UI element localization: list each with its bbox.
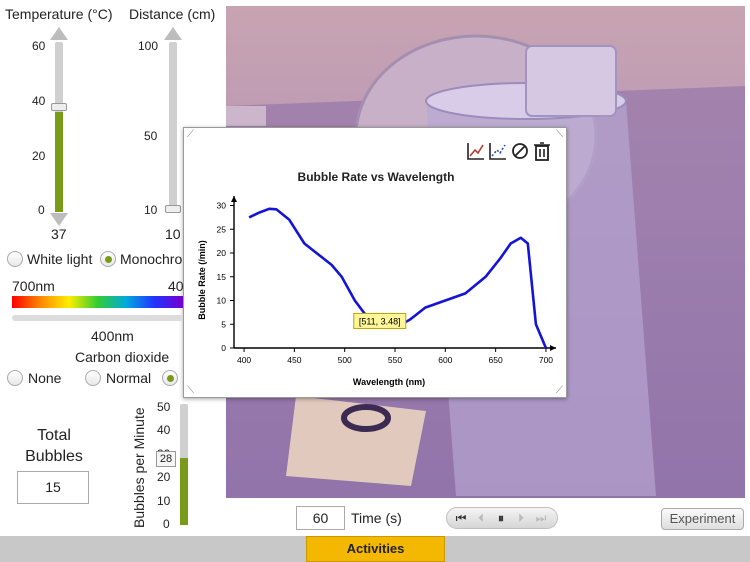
bubbles-tick: 40: [157, 423, 171, 437]
line-chart-icon[interactable]: [467, 143, 484, 160]
wavelength-min-label: 700nm: [12, 278, 55, 294]
total-bubbles-title-line2: Bubbles: [25, 448, 83, 465]
total-bubbles-value: 15: [45, 479, 61, 495]
tooltip-text: [511, 3.48]: [359, 316, 401, 326]
wavelength-spectrum: [12, 296, 183, 308]
distance-slider-handle[interactable]: [165, 205, 181, 213]
co2-normal-label: Normal: [106, 370, 152, 386]
wavelength-max-label: 40: [168, 278, 184, 294]
bubbles-tick: 0: [163, 517, 170, 531]
x-tick-label: 450: [287, 355, 301, 365]
trash-icon[interactable]: [534, 142, 550, 161]
scatter-chart-icon[interactable]: [489, 143, 506, 160]
total-bubbles-title: Total Bubbles: [18, 425, 90, 467]
temperature-up-arrow[interactable]: [50, 27, 68, 40]
wavelength-slider-track[interactable]: [12, 315, 183, 321]
y-axis-label: Bubble Rate (/min): [197, 240, 207, 320]
graph-popup[interactable]: ⟋ ⟍ ⟍ ⟋ Bubble Rate vs Wavelength Bubble…: [183, 127, 567, 398]
distance-slider-track[interactable]: [169, 42, 177, 212]
distance-tick: 50: [144, 129, 158, 143]
temperature-slider-fill: [55, 112, 63, 212]
white-light-radio[interactable]: [7, 251, 23, 267]
temperature-tick: 20: [32, 149, 46, 163]
x-tick-label: 700: [539, 355, 553, 365]
time-label: Time (s): [351, 510, 402, 526]
bubbles-tick: 50: [157, 400, 171, 414]
playback-controls: ⏮ ⏴ ⏸ ⏵ ⏭: [446, 507, 558, 529]
monochromatic-label: Monochro: [120, 251, 183, 267]
resize-corner-icon[interactable]: ⟋: [187, 129, 194, 140]
y-tick-label: 30: [217, 201, 227, 211]
bubbles-meter-value: 28: [156, 451, 176, 467]
experiment-button[interactable]: Experiment: [661, 508, 744, 530]
co2-title: Carbon dioxide: [75, 349, 170, 365]
clear-icon[interactable]: [512, 143, 528, 159]
step-back-icon[interactable]: ⏴: [473, 511, 489, 526]
bubbles-meter-value-text: 28: [159, 453, 173, 465]
x-tick-label: 650: [489, 355, 503, 365]
time-input[interactable]: 60: [296, 506, 345, 530]
y-tick-label: 15: [217, 272, 227, 282]
experiment-button-label: Experiment: [669, 511, 736, 526]
step-forward-icon[interactable]: ⏵: [513, 511, 529, 526]
distance-tick: 100: [138, 39, 159, 53]
distance-label: Distance (cm): [129, 6, 216, 22]
co2-none-label: None: [28, 370, 62, 386]
bubbles-per-minute-label: Bubbles per Minute: [131, 407, 147, 528]
bubbles-tick: 20: [157, 470, 171, 484]
distance-up-arrow[interactable]: [164, 27, 182, 40]
x-tick-label: 500: [338, 355, 352, 365]
temperature-value: 37: [51, 226, 67, 242]
y-tick-label: 20: [217, 248, 227, 258]
resize-corner-icon[interactable]: ⟍: [556, 129, 563, 140]
bubble-rate-chart: Bubble Rate (/min) Wavelength (nm) 400 45…: [197, 196, 556, 387]
distance-tick: 10: [144, 203, 158, 217]
co2-normal-radio[interactable]: [85, 370, 101, 386]
skip-start-icon[interactable]: ⏮: [453, 511, 469, 526]
total-bubbles-value-box: 15: [17, 471, 89, 504]
y-tick-label: 5: [221, 319, 226, 329]
temperature-label: Temperature (°C): [5, 6, 113, 22]
bubbles-tick: 10: [157, 494, 171, 508]
temperature-down-arrow[interactable]: [50, 213, 68, 226]
graph-toolbar-icons: [467, 142, 550, 161]
wavelength-value: 400nm: [91, 328, 134, 344]
temperature-tick: 60: [32, 39, 46, 53]
pause-icon[interactable]: ⏸: [493, 511, 509, 526]
temperature-tick: 40: [32, 94, 46, 108]
distance-value: 10: [165, 226, 181, 242]
skip-end-icon[interactable]: ⏭: [533, 511, 549, 526]
x-axis-arrow: [550, 345, 556, 351]
x-tick-label: 550: [388, 355, 402, 365]
activities-tab[interactable]: Activities: [306, 536, 445, 562]
total-bubbles-title-line1: Total: [37, 427, 71, 444]
white-light-label: White light: [27, 251, 93, 267]
y-tick-label: 25: [217, 224, 227, 234]
monochromatic-radio[interactable]: [100, 251, 116, 267]
graph-toolbar: [466, 140, 554, 162]
co2-none-radio[interactable]: [7, 370, 23, 386]
activities-tab-label: Activities: [346, 541, 405, 556]
x-axis-label: Wavelength (nm): [353, 377, 425, 387]
y-tick-label: 10: [217, 296, 227, 306]
co2-high-radio[interactable]: [162, 370, 178, 386]
x-tick-label: 400: [237, 355, 251, 365]
temperature-slider-handle[interactable]: [51, 103, 67, 111]
bubbles-meter-fill: [180, 458, 188, 525]
y-tick-label: 0: [221, 343, 226, 353]
y-axis-arrow: [231, 196, 237, 202]
chart-title: Bubble Rate vs Wavelength: [297, 170, 455, 184]
x-tick-label: 600: [438, 355, 452, 365]
time-value: 60: [312, 510, 329, 526]
temperature-tick: 0: [38, 203, 45, 217]
